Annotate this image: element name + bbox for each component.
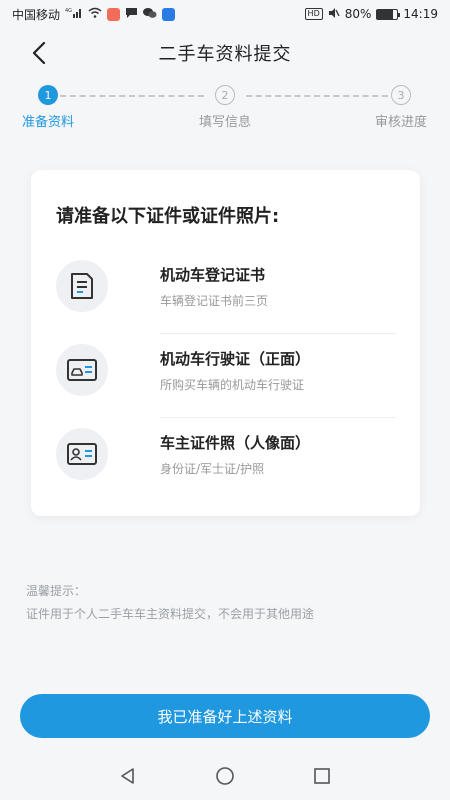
app-notification-icon-2 [162, 7, 176, 21]
status-left: 中国移动 4G [12, 6, 176, 23]
step-3: 3 审核进度 [356, 84, 446, 130]
status-right: HD 80% 14:19 [304, 7, 438, 22]
wifi-icon [88, 7, 102, 21]
message-icon [125, 7, 138, 22]
doc-name: 车主证件照（人像面） [160, 434, 311, 452]
status-bar: 中国移动 4G HD 80% 14:19 [0, 0, 450, 28]
tips-title: 温馨提示： [26, 584, 87, 598]
vehicle-license-icon [56, 344, 108, 396]
doc-name: 机动车登记证书 [160, 266, 266, 284]
app-notification-icon [107, 7, 121, 21]
wechat-icon [143, 7, 157, 22]
tips: 温馨提示： 证件用于个人二手车车主资料提交，不会用于其他用途 [26, 582, 314, 622]
header: 二手车资料提交 [0, 28, 450, 78]
circle-home-icon [216, 767, 234, 785]
step-number: 1 [38, 85, 58, 105]
step-number: 2 [215, 85, 235, 105]
battery-fill [377, 9, 394, 19]
chevron-left-icon [32, 42, 46, 64]
doc-item-owner-id: 车主证件照（人像面） 身份证/军士证/护照 [56, 418, 396, 502]
step-2: 2 填写信息 [180, 84, 270, 130]
nav-back-button[interactable] [113, 761, 143, 791]
doc-desc: 车辆登记证书前三页 [160, 294, 269, 308]
clock: 14:19 [403, 7, 438, 21]
doc-desc: 身份证/军士证/护照 [160, 462, 265, 476]
step-label: 准备资料 [21, 115, 74, 130]
signal-icon: 4G [65, 7, 83, 21]
progress-steps: 1 准备资料 2 填写信息 3 审核进度 [0, 84, 450, 134]
step-1: 1 准备资料 [3, 84, 93, 130]
id-card-icon [56, 428, 108, 480]
doc-item-registration: 机动车登记证书 车辆登记证书前三页 [56, 250, 396, 334]
mute-icon [328, 7, 340, 22]
document-icon [56, 260, 108, 312]
card-title: 请准备以下证件或证件照片: [56, 206, 280, 227]
step-label: 审核进度 [374, 115, 427, 130]
triangle-back-icon [121, 768, 135, 784]
nav-recents-button[interactable] [307, 761, 337, 791]
square-recents-icon [313, 768, 330, 784]
step-label: 填写信息 [198, 115, 251, 130]
doc-desc: 所购买车辆的机动车行驶证 [160, 378, 305, 392]
nav-home-button[interactable] [210, 761, 240, 791]
doc-item-vehicle-license: 机动车行驶证（正面） 所购买车辆的机动车行驶证 [56, 334, 396, 418]
system-nav-bar [0, 752, 450, 800]
doc-name: 机动车行驶证（正面） [160, 350, 311, 368]
battery-icon [376, 8, 401, 20]
svg-text:4G: 4G [65, 8, 72, 14]
carrier-label: 中国移动 [12, 7, 61, 22]
page-title: 二手车资料提交 [158, 44, 292, 65]
documents-card: 请准备以下证件或证件照片: 机动车登记证书 车辆登记证书前三页 机动车行驶证（正… [31, 170, 420, 516]
ready-submit-button[interactable]: 我已准备好上述资料 [20, 694, 430, 738]
battery-percent: 80% [344, 7, 372, 21]
tips-text: 证件用于个人二手车车主资料提交，不会用于其他用途 [26, 607, 315, 621]
hd-badge: HD [304, 8, 323, 20]
step-number: 3 [391, 85, 411, 105]
back-button[interactable] [26, 40, 52, 66]
